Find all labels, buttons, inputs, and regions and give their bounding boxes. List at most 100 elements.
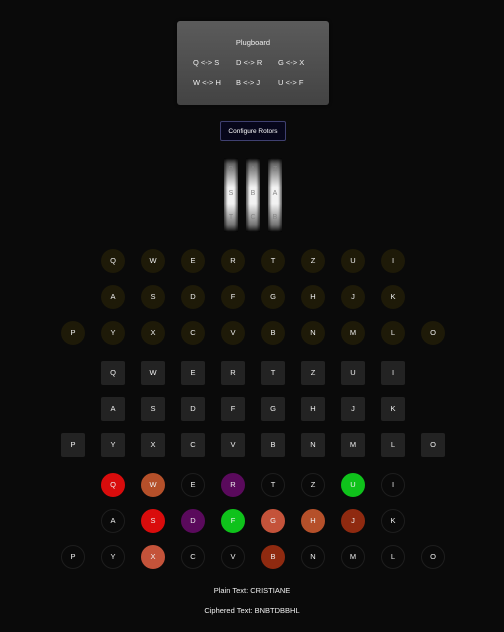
lamp-f: F	[221, 285, 245, 309]
rotor-2[interactable]: A B C	[246, 158, 260, 232]
plug-light-d[interactable]: D	[181, 509, 205, 533]
plug-light-m[interactable]: M	[341, 545, 365, 569]
plug-light-z[interactable]: Z	[301, 473, 325, 497]
lamp-l: L	[381, 321, 405, 345]
lamp-t: T	[261, 249, 285, 273]
rotor-letter-current: B	[250, 190, 256, 197]
key-d[interactable]: D	[181, 397, 205, 421]
key-l[interactable]: L	[381, 433, 405, 457]
plug-light-l[interactable]: L	[381, 545, 405, 569]
plug-light-g[interactable]: G	[261, 509, 285, 533]
lamp-g: G	[261, 285, 285, 309]
lamp-a: A	[101, 285, 125, 309]
ciphered-text: Ciphered Text: BNBTDBBHL	[204, 606, 300, 615]
key-u[interactable]: U	[341, 361, 365, 385]
plug-pair: W <-> H	[193, 78, 221, 87]
key-x[interactable]: X	[141, 433, 165, 457]
key-p[interactable]: P	[61, 433, 85, 457]
plug-light-h[interactable]: H	[301, 509, 325, 533]
rotor-letter-prev: Z	[272, 166, 278, 173]
key-s[interactable]: S	[141, 397, 165, 421]
plug-pair: G <-> X	[278, 58, 305, 67]
plug-light-v[interactable]: V	[221, 545, 245, 569]
rotor-letter-next: T	[228, 214, 234, 221]
key-k[interactable]: K	[381, 397, 405, 421]
key-r[interactable]: R	[221, 361, 245, 385]
lamp-p: P	[61, 321, 85, 345]
lamp-s: S	[141, 285, 165, 309]
key-f[interactable]: F	[221, 397, 245, 421]
rotor-letter-next: B	[272, 214, 278, 221]
plug-light-w[interactable]: W	[141, 473, 165, 497]
plug-light-f[interactable]: F	[221, 509, 245, 533]
lamp-y: Y	[101, 321, 125, 345]
key-z[interactable]: Z	[301, 361, 325, 385]
plug-light-u[interactable]: U	[341, 473, 365, 497]
lamp-j: J	[341, 285, 365, 309]
key-i[interactable]: I	[381, 361, 405, 385]
lamp-m: M	[341, 321, 365, 345]
key-y[interactable]: Y	[101, 433, 125, 457]
key-e[interactable]: E	[181, 361, 205, 385]
lamp-c: C	[181, 321, 205, 345]
lamp-w: W	[141, 249, 165, 273]
plugboard-panel: Plugboard Q <-> S D <-> R G <-> X W <-> …	[177, 21, 329, 105]
plug-light-q[interactable]: Q	[101, 473, 125, 497]
key-b[interactable]: B	[261, 433, 285, 457]
plug-light-s[interactable]: S	[141, 509, 165, 533]
key-h[interactable]: H	[301, 397, 325, 421]
rotor-letter-next: C	[250, 214, 256, 221]
key-v[interactable]: V	[221, 433, 245, 457]
key-j[interactable]: J	[341, 397, 365, 421]
lamp-u: U	[341, 249, 365, 273]
key-g[interactable]: G	[261, 397, 285, 421]
key-m[interactable]: M	[341, 433, 365, 457]
lamp-n: N	[301, 321, 325, 345]
plug-light-b[interactable]: B	[261, 545, 285, 569]
plug-light-e[interactable]: E	[181, 473, 205, 497]
plug-light-o[interactable]: O	[421, 545, 445, 569]
rotor-letter-prev: A	[250, 166, 256, 173]
plug-light-t[interactable]: T	[261, 473, 285, 497]
configure-rotors-button[interactable]: Configure Rotors	[220, 121, 286, 141]
plug-light-x[interactable]: X	[141, 545, 165, 569]
lamp-z: Z	[301, 249, 325, 273]
lamp-q: Q	[101, 249, 125, 273]
plug-pair: D <-> R	[236, 58, 263, 67]
lamp-d: D	[181, 285, 205, 309]
rotor-3[interactable]: Z A B	[268, 158, 282, 232]
key-w[interactable]: W	[141, 361, 165, 385]
lamp-r: R	[221, 249, 245, 273]
lamp-b: B	[261, 321, 285, 345]
plug-light-k[interactable]: K	[381, 509, 405, 533]
plug-pair: U <-> F	[278, 78, 304, 87]
plug-light-c[interactable]: C	[181, 545, 205, 569]
plug-light-r[interactable]: R	[221, 473, 245, 497]
plug-light-a[interactable]: A	[101, 509, 125, 533]
key-t[interactable]: T	[261, 361, 285, 385]
lamp-k: K	[381, 285, 405, 309]
plugboard-title: Plugboard	[235, 38, 271, 47]
lamp-h: H	[301, 285, 325, 309]
plug-pair: B <-> J	[236, 78, 261, 87]
key-q[interactable]: Q	[101, 361, 125, 385]
rotor-1[interactable]: R S T	[224, 158, 238, 232]
plain-text: Plain Text: CRISTIANE	[213, 586, 291, 595]
plug-pair: Q <-> S	[193, 58, 220, 67]
key-o[interactable]: O	[421, 433, 445, 457]
key-n[interactable]: N	[301, 433, 325, 457]
rotor-letter-current: S	[228, 190, 234, 197]
lamp-x: X	[141, 321, 165, 345]
plug-light-y[interactable]: Y	[101, 545, 125, 569]
key-a[interactable]: A	[101, 397, 125, 421]
lamp-o: O	[421, 321, 445, 345]
plug-light-n[interactable]: N	[301, 545, 325, 569]
lamp-i: I	[381, 249, 405, 273]
plug-light-i[interactable]: I	[381, 473, 405, 497]
plug-light-p[interactable]: P	[61, 545, 85, 569]
key-c[interactable]: C	[181, 433, 205, 457]
rotor-letter-current: A	[272, 190, 278, 197]
rotor-letter-prev: R	[228, 166, 234, 173]
plug-light-j[interactable]: J	[341, 509, 365, 533]
lamp-v: V	[221, 321, 245, 345]
